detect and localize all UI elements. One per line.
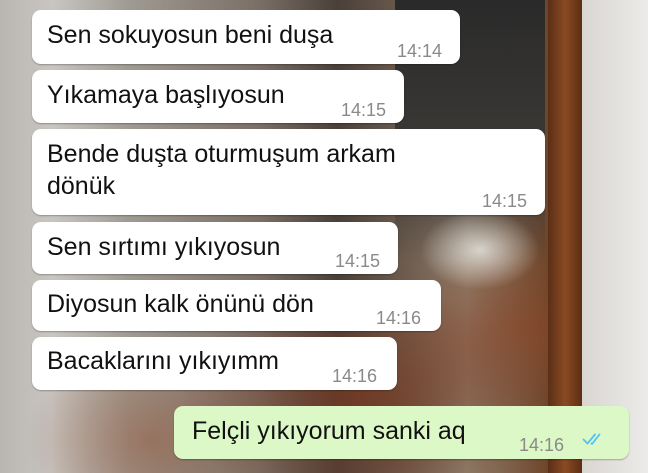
message-bubble-outgoing[interactable]: Felçli yıkıyorum sanki aq 14:16: [174, 406, 629, 459]
message-text: Bacaklarını yıkıyımm: [47, 347, 279, 375]
message-text: Felçli yıkıyorum sanki aq: [192, 417, 466, 445]
message-timestamp: 14:14: [397, 41, 443, 61]
message-timestamp: 14:15: [341, 100, 387, 120]
double-check-icon: [582, 433, 601, 445]
message-timestamp: 14:15: [335, 251, 381, 271]
wallpaper-door-frame: [548, 0, 582, 473]
message-text: Sen sokuyosun beni duşa: [47, 21, 334, 49]
message-bubble-incoming[interactable]: Bende duşta oturmuşum arkam dönük 14:15: [32, 129, 545, 215]
message-bubble-incoming[interactable]: Yıkamaya başlıyosun 14:15: [32, 70, 404, 123]
message-timestamp: 14:15: [482, 191, 528, 211]
message-timestamp: 14:16: [376, 308, 422, 328]
message-text: Sen sırtımı yıkıyosun: [47, 233, 281, 261]
message-text-line1: Bende duşta oturmuşum arkam: [47, 140, 396, 168]
message-text-line2: dönük: [47, 172, 116, 200]
message-timestamp: 14:16: [332, 366, 378, 386]
wallpaper-wall: [582, 0, 648, 473]
message-bubble-incoming[interactable]: Sen sokuyosun beni duşa 14:14: [32, 10, 460, 64]
wallpaper-light: [420, 210, 540, 290]
message-text: Diyosun kalk önünü dön: [47, 290, 314, 318]
message-text: Yıkamaya başlıyosun: [47, 81, 285, 109]
message-timestamp: 14:16: [519, 435, 565, 455]
message-bubble-incoming[interactable]: Bacaklarını yıkıyımm 14:16: [32, 337, 397, 390]
message-bubble-incoming[interactable]: Sen sırtımı yıkıyosun 14:15: [32, 222, 398, 274]
message-bubble-incoming[interactable]: Diyosun kalk önünü dön 14:16: [32, 280, 441, 331]
